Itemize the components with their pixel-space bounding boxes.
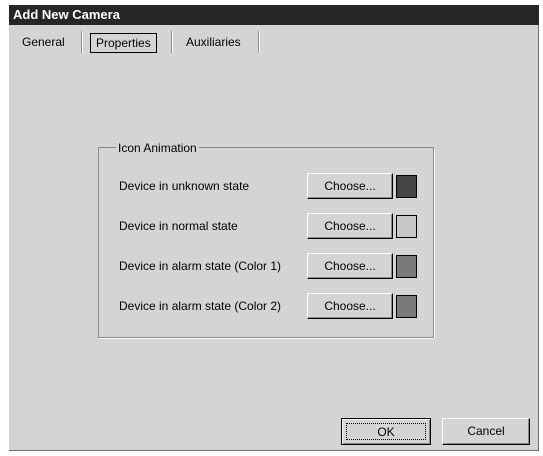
tab-auxiliaries[interactable]: Auxiliaries [186, 33, 241, 53]
tab-separator [171, 31, 173, 53]
icon-animation-title: Icon Animation [116, 141, 199, 155]
choose-alarm-color2-button[interactable]: Choose... [307, 293, 393, 319]
normal-state-label: Device in normal state [119, 219, 238, 233]
window-title: Add New Camera [9, 5, 539, 25]
choose-unknown-color-button[interactable]: Choose... [307, 173, 393, 199]
normal-state-color-swatch[interactable] [396, 215, 417, 238]
alarm-color1-label: Device in alarm state (Color 1) [119, 259, 282, 273]
ok-button-label: OK [346, 423, 426, 440]
tab-general[interactable]: General [22, 33, 65, 53]
tab-properties[interactable]: Properties [90, 33, 157, 53]
alarm-color2-label: Device in alarm state (Color 2) [119, 299, 282, 313]
choose-normal-color-button[interactable]: Choose... [307, 213, 393, 239]
choose-alarm-color1-button[interactable]: Choose... [307, 253, 393, 279]
cancel-button[interactable]: Cancel [442, 418, 530, 445]
alarm-color2-swatch[interactable] [396, 295, 417, 318]
tab-separator [258, 31, 260, 53]
unknown-state-label: Device in unknown state [119, 179, 250, 193]
unknown-state-color-swatch[interactable] [396, 175, 417, 198]
ok-button[interactable]: OK [341, 418, 431, 445]
tab-separator [81, 31, 83, 53]
alarm-color1-swatch[interactable] [396, 255, 417, 278]
